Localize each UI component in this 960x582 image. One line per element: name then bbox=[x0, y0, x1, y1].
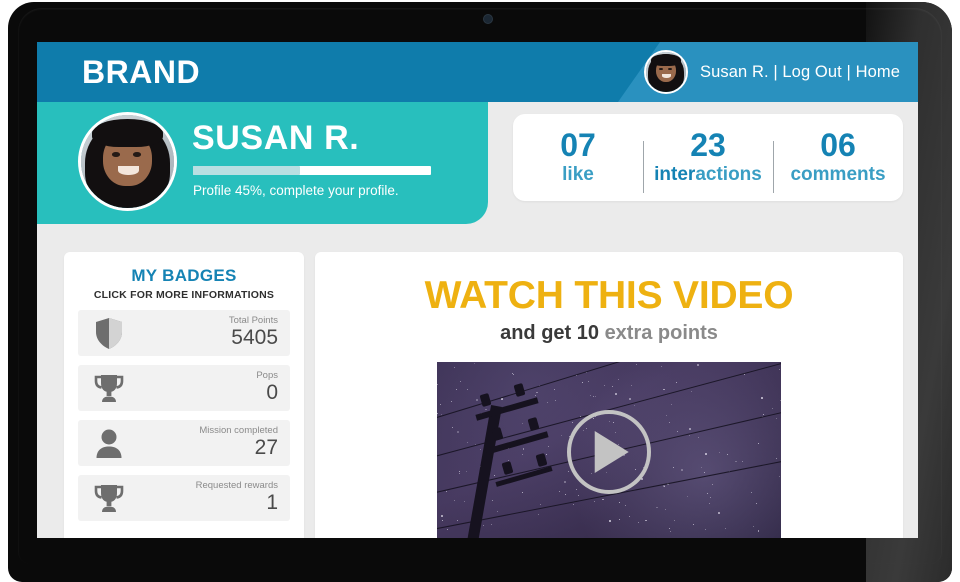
badge-value: 1 bbox=[266, 491, 278, 515]
tablet-device: BRAND Susan R. | Log Out | Home SUSAN R.… bbox=[8, 2, 952, 582]
badges-card: MY BADGES CLICK FOR MORE INFORMATIONS To… bbox=[64, 252, 304, 538]
badge-row-requested-rewards[interactable]: Requested rewards 1 bbox=[78, 475, 290, 521]
trophy-icon bbox=[92, 481, 126, 515]
video-subtitle-dark: and get 10 bbox=[500, 322, 599, 344]
stat-interactions[interactable]: 23 interactions bbox=[643, 127, 773, 193]
badge-row-mission-completed[interactable]: Mission completed 27 bbox=[78, 420, 290, 466]
person-icon bbox=[92, 426, 126, 460]
page-title: SUSAN R. bbox=[192, 119, 360, 157]
brand-logo[interactable]: BRAND bbox=[82, 54, 200, 91]
video-thumbnail[interactable] bbox=[437, 362, 781, 538]
badge-row-total-points[interactable]: Total Points 5405 bbox=[78, 310, 290, 356]
trophy-icon bbox=[92, 371, 126, 405]
play-triangle bbox=[594, 431, 629, 473]
screen: BRAND Susan R. | Log Out | Home SUSAN R.… bbox=[37, 42, 918, 538]
stat-like-label: like bbox=[562, 163, 594, 185]
badge-value: 27 bbox=[254, 436, 278, 460]
badge-text: Mission completed 27 bbox=[199, 426, 278, 459]
stat-like-value: 07 bbox=[560, 127, 596, 164]
badge-row-pops[interactable]: Pops 0 bbox=[78, 365, 290, 411]
stat-comments[interactable]: 06 comments bbox=[773, 127, 903, 193]
badge-label: Requested rewards bbox=[195, 480, 278, 492]
top-navigation-bar: BRAND Susan R. | Log Out | Home bbox=[37, 42, 918, 102]
shield-icon bbox=[92, 316, 126, 350]
profile-panel: SUSAN R. Profile 45%, complete your prof… bbox=[37, 102, 488, 224]
video-card: WATCH THIS VIDEO and get 10 extra points bbox=[315, 252, 903, 538]
video-subtitle: and get 10 extra points bbox=[315, 322, 903, 345]
badge-text: Total Points 5405 bbox=[229, 316, 278, 349]
badge-label: Total Points bbox=[228, 315, 278, 327]
profile-progress-fill bbox=[193, 166, 301, 175]
profile-progress-bar bbox=[193, 166, 431, 175]
nav-links[interactable]: Susan R. | Log Out | Home bbox=[700, 63, 900, 82]
stat-comments-label: comments bbox=[790, 163, 886, 185]
header-user-area: Susan R. | Log Out | Home bbox=[643, 42, 900, 102]
stat-like[interactable]: 07 like bbox=[513, 129, 643, 186]
badge-value: 5405 bbox=[231, 326, 278, 350]
badge-text: Requested rewards 1 bbox=[196, 481, 278, 514]
avatar-profile[interactable] bbox=[78, 112, 177, 211]
badge-label: Mission completed bbox=[199, 425, 278, 437]
badge-text: Pops 0 bbox=[256, 371, 278, 404]
play-icon[interactable] bbox=[567, 410, 651, 494]
stat-interactions-label: interactions bbox=[643, 164, 773, 186]
front-camera-icon bbox=[484, 15, 492, 23]
badge-value: 0 bbox=[266, 381, 278, 405]
badges-title: MY BADGES bbox=[131, 266, 237, 285]
badges-subtitle: CLICK FOR MORE INFORMATIONS bbox=[93, 289, 275, 301]
profile-progress-text: Profile 45%, complete your profile. bbox=[193, 183, 399, 198]
stat-comments-value: 06 bbox=[820, 127, 856, 164]
stat-interactions-label-dark: inter bbox=[654, 163, 696, 185]
video-subtitle-muted: extra points bbox=[604, 322, 718, 344]
avatar-header[interactable] bbox=[643, 50, 688, 94]
stats-card: 07 like 23 interactions 06 comments bbox=[513, 114, 903, 201]
badge-label: Pops bbox=[256, 370, 278, 382]
stat-interactions-value: 23 bbox=[690, 127, 726, 164]
stat-interactions-label-light: actions bbox=[695, 163, 762, 185]
video-title: WATCH THIS VIDEO bbox=[424, 274, 794, 317]
